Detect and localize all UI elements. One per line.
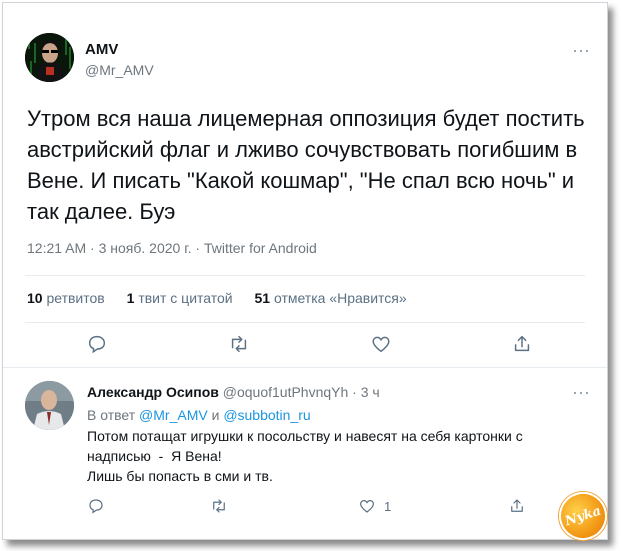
reply-author-avatar[interactable] [25, 381, 74, 430]
divider [25, 275, 585, 276]
likes-count: 51 [254, 290, 271, 306]
reply-header: Александр Осипов @oquof1utPhvnqYh · 3 ч [87, 384, 380, 400]
reply-actions: 1 [3, 495, 607, 519]
reply-reply-button[interactable] [87, 495, 105, 517]
divider [25, 322, 585, 323]
tweet-source[interactable]: Twitter for Android [204, 240, 317, 256]
like-button[interactable] [370, 333, 396, 359]
replying-and: и [211, 407, 220, 423]
reply-like-count: 1 [384, 498, 392, 514]
tweet-stats: 10 ретвитов 1 твит с цитатой 51 отметка … [27, 290, 425, 306]
reply-line: надписью - Я Вена! [87, 448, 222, 464]
share-icon [514, 335, 530, 352]
replying-to: В ответ @Mr_AMV и @subbotin_ru [87, 407, 311, 423]
author-block: AMV @Mr_AMV [85, 41, 154, 79]
tweet-time[interactable]: 12:21 AM [27, 240, 86, 256]
quotes-count: 1 [126, 290, 135, 306]
reply-like-button[interactable]: 1 [358, 495, 391, 517]
reply-time[interactable]: 3 ч [361, 384, 380, 400]
reply-icon [88, 335, 106, 354]
reply-text: Потом потащат игрушки к посольству и нав… [87, 426, 587, 486]
tweet-card: AMV @Mr_AMV ··· Утром вся наша лицемерна… [2, 2, 608, 540]
share-icon [511, 499, 523, 512]
quotes-stat[interactable]: 1 твит с цитатой [127, 290, 233, 306]
reply-retweet-button[interactable] [210, 495, 228, 517]
author-avatar[interactable] [25, 33, 74, 82]
reply-more-options-icon[interactable]: ··· [572, 383, 590, 401]
author-name[interactable]: AMV [85, 41, 154, 59]
replying-prefix: В ответ [87, 407, 136, 423]
retweet-icon [213, 499, 225, 513]
reply-button[interactable] [86, 333, 112, 359]
tweet-date[interactable]: 3 нояб. 2020 г. [99, 240, 192, 256]
quotes-label: твит с цитатой [138, 290, 233, 306]
retweets-label: ретвитов [46, 290, 105, 306]
author-handle[interactable]: @Mr_AMV [85, 61, 154, 79]
retweets-stat[interactable]: 10 ретвитов [27, 290, 105, 306]
reply-author-handle[interactable]: @oquof1utPhvnqYh [223, 384, 349, 400]
retweet-icon [231, 335, 247, 353]
heart-icon [372, 336, 390, 353]
reply-icon [89, 499, 103, 514]
replying-link-mr-amv[interactable]: @Mr_AMV [139, 407, 208, 423]
likes-stat[interactable]: 51 отметка «Нравится» [255, 290, 407, 306]
likes-label: отметка «Нравится» [273, 290, 407, 306]
reply-line: Лишь бы попасть в сми и тв. [87, 468, 273, 484]
meta-separator: · [86, 240, 99, 256]
tweet-text: Утром вся наша лицемерная оппозиция буде… [27, 106, 585, 224]
reply-share-button[interactable] [508, 495, 526, 517]
tweet-meta: 12:21 AM · 3 нояб. 2020 г. · Twitter for… [27, 240, 317, 256]
reply-line: Потом потащат игрушки к посольству и нав… [87, 428, 523, 444]
meta-separator: · [191, 240, 204, 256]
heart-icon [360, 499, 374, 513]
reply-author-name[interactable]: Александр Осипов [87, 384, 219, 400]
more-options-icon[interactable]: ··· [572, 41, 590, 59]
divider [3, 367, 607, 368]
retweet-button[interactable] [228, 333, 254, 359]
retweets-count: 10 [27, 290, 43, 306]
reply-separator: · [348, 384, 361, 400]
replying-link-subbotin[interactable]: @subbotin_ru [223, 407, 310, 423]
tweet-actions [3, 333, 607, 363]
share-button[interactable] [511, 333, 537, 359]
